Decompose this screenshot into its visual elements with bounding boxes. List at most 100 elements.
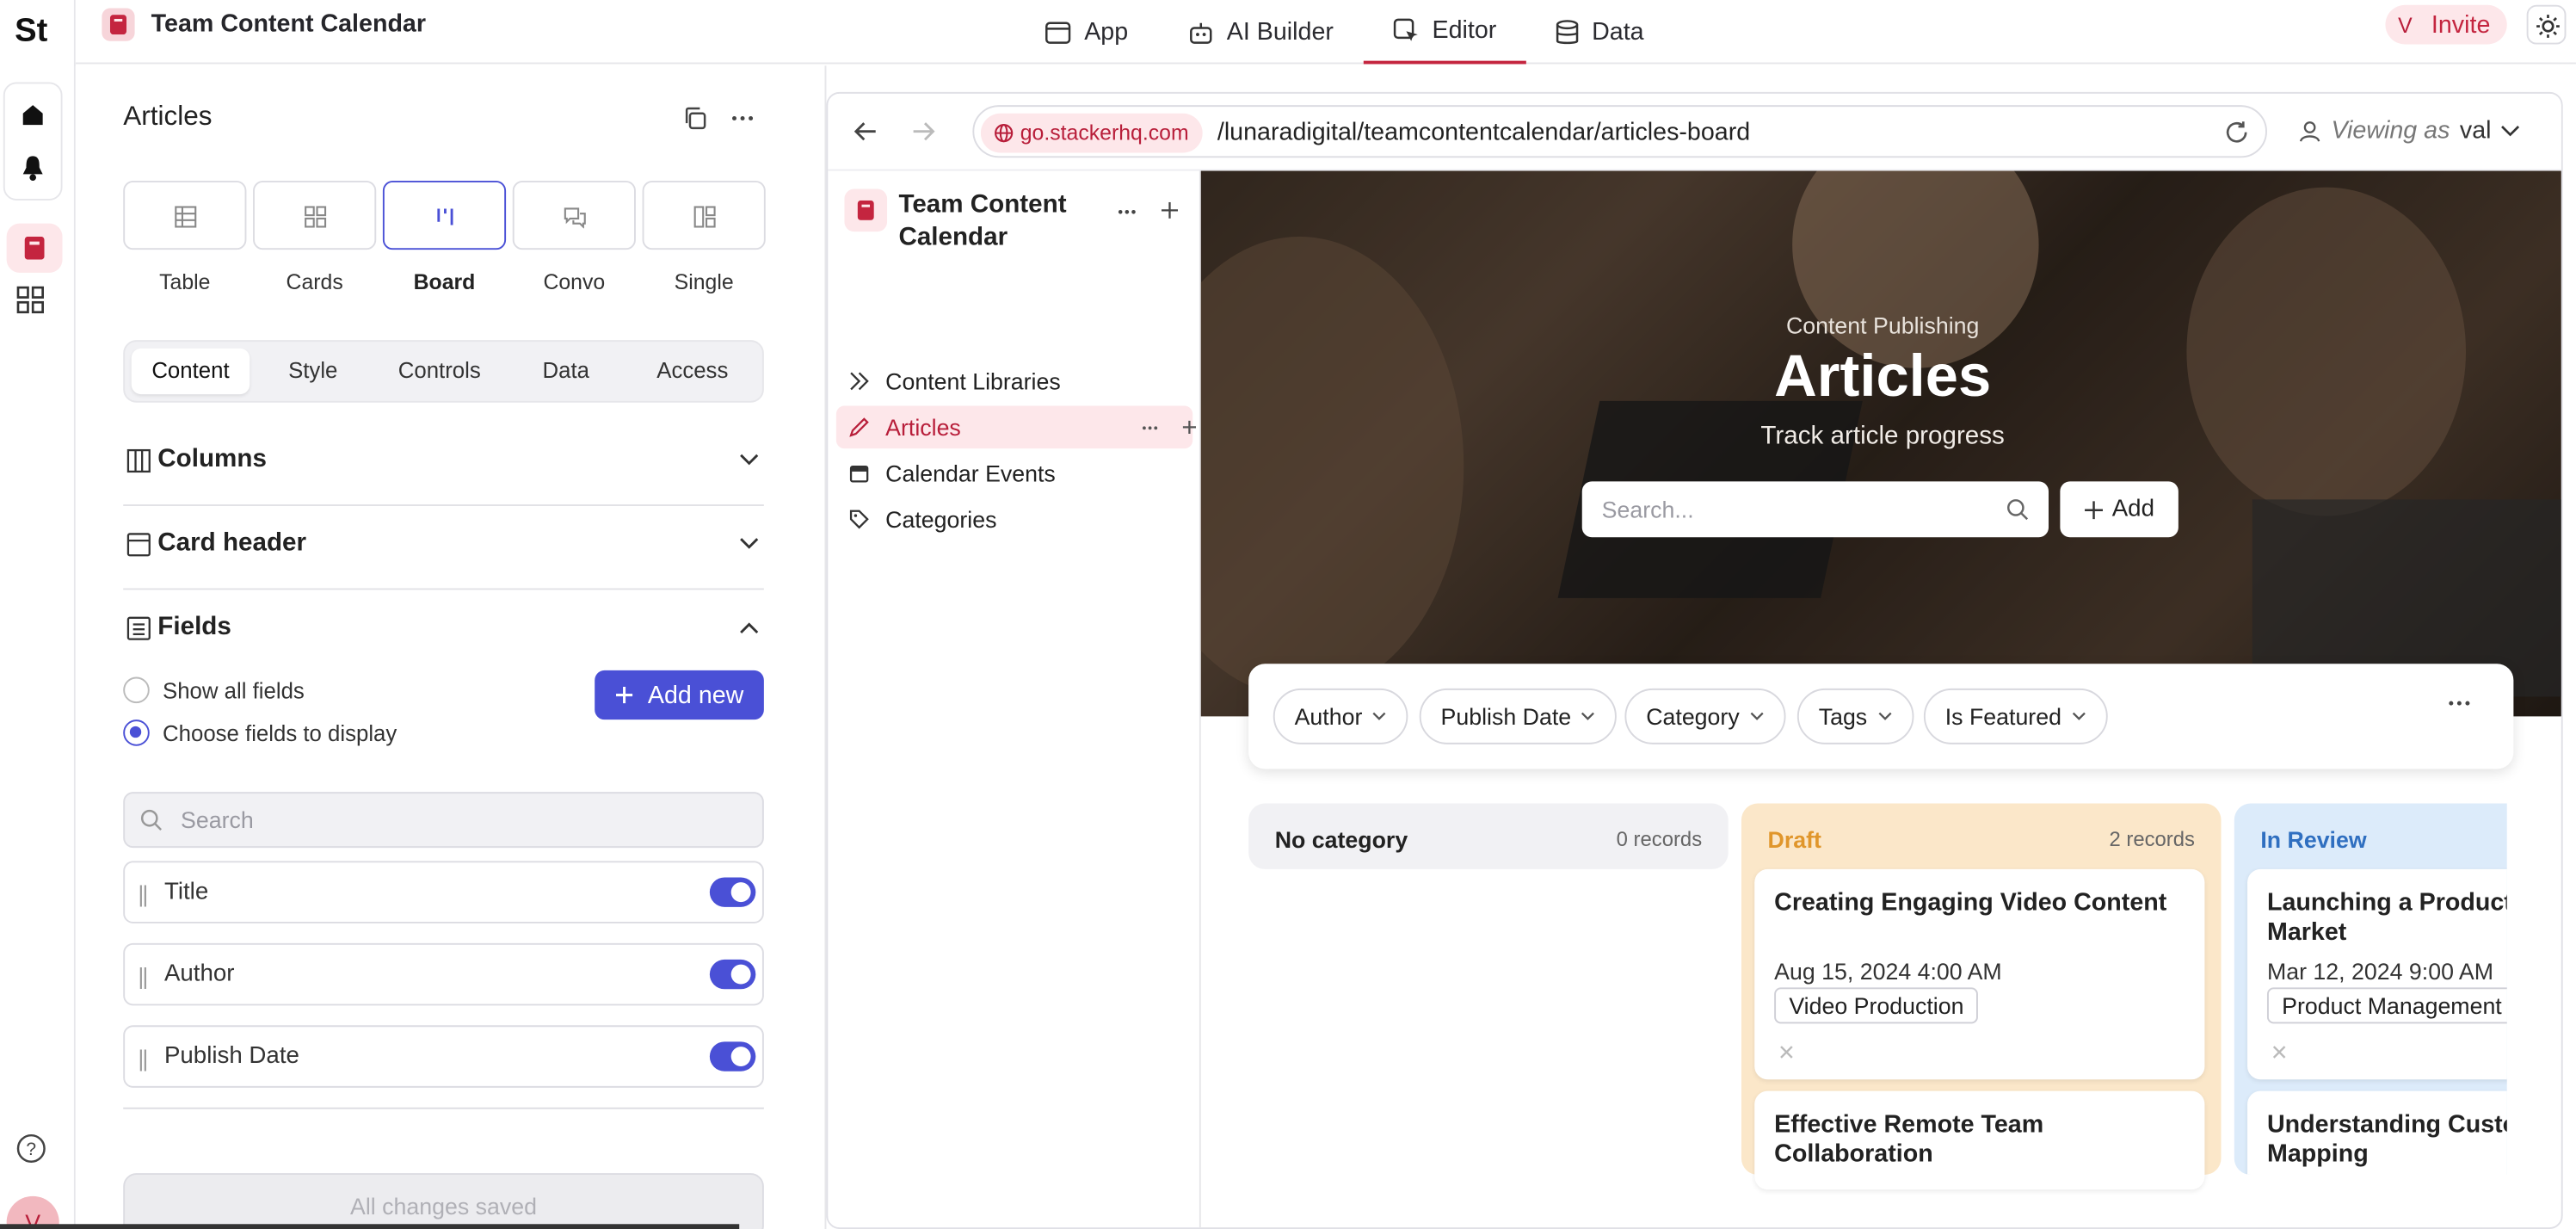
- search-placeholder: Search: [181, 806, 254, 833]
- radio-show-all[interactable]: Show all fields: [123, 676, 305, 704]
- search-icon: [2007, 499, 2029, 521]
- filter-author[interactable]: Author: [1273, 688, 1408, 744]
- add-new-label: Add new: [647, 681, 744, 709]
- forward-arrow-icon[interactable]: [912, 120, 935, 143]
- invite-avatar: V: [2398, 12, 2413, 37]
- field-search-input[interactable]: Search: [123, 792, 764, 849]
- calendar-icon: [849, 466, 869, 483]
- card-date: Aug 15, 2024 4:00 AM: [1774, 958, 2002, 985]
- nav-item-categories[interactable]: Categories: [836, 497, 1192, 540]
- filter-label: Tags: [1818, 703, 1868, 730]
- field-toggle[interactable]: [709, 877, 756, 907]
- app-title: Team Content Calendar: [151, 9, 427, 38]
- single-record-icon: [693, 206, 716, 228]
- board-column-draft: Draft 2 records Creating Engaging Video …: [1741, 803, 2222, 1190]
- board-card[interactable]: Launching a Product: Idea to Market Mar …: [2247, 868, 2507, 1080]
- url-bar[interactable]: go.stackerhq.com /lunaradigital/teamcont…: [972, 105, 2267, 158]
- viewing-as-label: Viewing as: [2331, 116, 2450, 145]
- radio-choose-fields[interactable]: Choose fields to display: [123, 719, 397, 746]
- subtab-style[interactable]: Style: [250, 349, 376, 394]
- config-panel: Articles Table Cards Board Convo Single …: [75, 65, 827, 1229]
- tab-app[interactable]: App: [1015, 0, 1158, 64]
- field-toggle[interactable]: [709, 959, 756, 990]
- nav-label: Content Libraries: [885, 367, 1061, 395]
- filter-publish-date[interactable]: Publish Date: [1419, 688, 1618, 744]
- tab-ai-builder[interactable]: AI Builder: [1158, 0, 1364, 64]
- more-icon[interactable]: [1117, 208, 1137, 215]
- apps-grid-icon[interactable]: [16, 286, 46, 315]
- nav-item-content-libraries[interactable]: Content Libraries: [836, 360, 1192, 403]
- field-row-title[interactable]: || Title: [123, 861, 764, 923]
- filter-is-featured[interactable]: Is Featured: [1923, 688, 2108, 744]
- section-fields[interactable]: Fields: [123, 590, 764, 673]
- nav-item-calendar-events[interactable]: Calendar Events: [836, 452, 1192, 495]
- close-icon[interactable]: ✕: [1778, 1040, 1796, 1066]
- card-category: Video Production: [1774, 987, 1979, 1024]
- duplicate-icon[interactable]: [681, 105, 708, 132]
- add-new-field-button[interactable]: Add new: [595, 670, 764, 720]
- filter-tags[interactable]: Tags: [1796, 688, 1914, 744]
- tab-editor[interactable]: Editor: [1363, 0, 1526, 65]
- field-toggle[interactable]: [709, 1041, 756, 1072]
- subtab-content[interactable]: Content: [131, 348, 250, 395]
- home-icon[interactable]: [18, 100, 47, 129]
- plus-icon: [616, 687, 633, 704]
- close-icon[interactable]: ✕: [2271, 1040, 2289, 1066]
- scrollbar-bottom: [0, 1224, 740, 1229]
- more-icon[interactable]: [1142, 425, 1158, 430]
- more-icon[interactable]: [2448, 700, 2471, 707]
- subtab-controls[interactable]: Controls: [376, 349, 502, 394]
- tab-data[interactable]: Data: [1526, 0, 1673, 64]
- stacker-logo[interactable]: St: [7, 7, 56, 56]
- section-label: Card header: [157, 528, 307, 558]
- section-card-header[interactable]: Card header: [123, 506, 764, 590]
- plus-icon: [2084, 500, 2103, 519]
- record-search-input[interactable]: Search...: [1581, 481, 2049, 538]
- layout-convo[interactable]: Convo: [512, 181, 636, 294]
- plus-icon[interactable]: [1161, 201, 1179, 219]
- plus-icon[interactable]: [1182, 420, 1197, 435]
- nav-label: Calendar Events: [885, 460, 1056, 487]
- more-icon[interactable]: [730, 105, 756, 132]
- tag-icon: [849, 510, 869, 529]
- app-badge: [844, 188, 888, 232]
- invite-button[interactable]: V Invite: [2385, 4, 2507, 45]
- nav-label: Articles: [885, 414, 961, 441]
- help-icon[interactable]: ?: [16, 1133, 46, 1163]
- drag-handle-icon[interactable]: ||: [138, 963, 148, 990]
- chevron-down-icon: [2072, 712, 2086, 720]
- board-card[interactable]: Understanding Customer Journey Mapping: [2247, 1090, 2507, 1176]
- drag-handle-icon[interactable]: ||: [138, 1045, 148, 1072]
- board-card[interactable]: Effective Remote Team Collaboration: [1754, 1090, 2205, 1190]
- viewing-as-selector[interactable]: Viewing as val: [2298, 117, 2521, 145]
- layout-board[interactable]: Board: [382, 181, 507, 294]
- left-rail: St ? V: [0, 0, 76, 1229]
- subtab-data[interactable]: Data: [502, 349, 629, 394]
- column-count: 2 records: [2109, 828, 2195, 851]
- settings-button[interactable]: [2526, 4, 2567, 45]
- filter-category[interactable]: Category: [1624, 688, 1786, 744]
- back-arrow-icon[interactable]: [854, 120, 878, 143]
- layout-table[interactable]: Table: [123, 181, 247, 294]
- board-card[interactable]: Creating Engaging Video Content Aug 15, …: [1754, 868, 2205, 1080]
- browser-bar: go.stackerhq.com /lunaradigital/teamcont…: [828, 93, 2561, 171]
- fields-list-icon: [126, 616, 151, 640]
- layout-cards[interactable]: Cards: [253, 181, 377, 294]
- radio-button[interactable]: [123, 676, 150, 704]
- field-row-publish-date[interactable]: || Publish Date: [123, 1025, 764, 1088]
- drag-handle-icon[interactable]: ||: [138, 880, 148, 907]
- bell-icon[interactable]: [18, 153, 47, 182]
- radio-button[interactable]: [123, 719, 150, 746]
- nav-item-articles[interactable]: Articles: [835, 405, 1197, 449]
- layout-single[interactable]: Single: [642, 181, 766, 294]
- app-switch-active[interactable]: [6, 223, 63, 273]
- reload-icon[interactable]: [2224, 120, 2249, 145]
- subtab-access[interactable]: Access: [629, 349, 755, 394]
- search-icon: [140, 809, 162, 831]
- field-row-author[interactable]: || Author: [123, 942, 764, 1006]
- add-record-button[interactable]: Add: [2060, 481, 2179, 538]
- column-title: No category: [1274, 826, 1408, 853]
- section-columns[interactable]: Columns: [123, 423, 764, 507]
- table-icon: [175, 206, 197, 228]
- collection-icon: [850, 372, 869, 391]
